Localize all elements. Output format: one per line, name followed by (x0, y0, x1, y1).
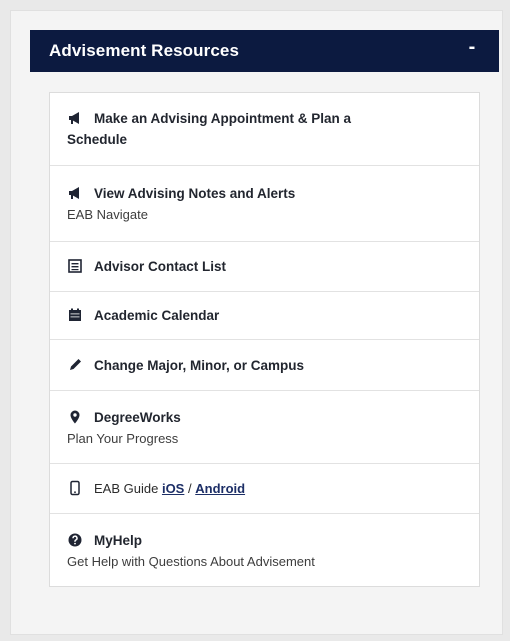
item-title[interactable]: DegreeWorks (94, 407, 181, 428)
list-item-advising-notes[interactable]: View Advising Notes and Alerts EAB Navig… (50, 166, 479, 242)
list-item-advising-appointment[interactable]: Make an Advising Appointment & Plan a Sc… (50, 93, 479, 166)
bullhorn-icon (67, 110, 83, 126)
list-item-degreeworks[interactable]: DegreeWorks Plan Your Progress (50, 391, 479, 464)
contact-list-icon (67, 258, 83, 274)
item-title[interactable]: Academic Calendar (94, 305, 219, 326)
panel-header: Advisement Resources - (30, 30, 499, 72)
android-link[interactable]: Android (195, 481, 245, 496)
collapse-button[interactable]: - (463, 37, 481, 57)
list-item-advisor-contacts[interactable]: Advisor Contact List (50, 242, 479, 292)
list-item-myhelp[interactable]: MyHelp Get Help with Questions About Adv… (50, 514, 479, 586)
resource-list: Make an Advising Appointment & Plan a Sc… (49, 92, 480, 587)
item-title[interactable]: MyHelp (94, 530, 142, 551)
eab-guide-label: EAB Guide (94, 481, 159, 496)
calendar-icon (67, 307, 83, 323)
list-item-academic-calendar[interactable]: Academic Calendar (50, 292, 479, 340)
mobile-phone-icon (67, 480, 83, 496)
panel-title: Advisement Resources (49, 41, 240, 60)
item-subtitle: Get Help with Questions About Advisement (67, 553, 315, 569)
pencil-icon (67, 357, 83, 373)
list-item-eab-guide: EAB Guide iOS / Android (50, 464, 479, 514)
ios-link[interactable]: iOS (162, 481, 184, 496)
item-subtitle: EAB Navigate (67, 207, 148, 222)
item-title[interactable]: Make an Advising Appointment & Plan a (94, 108, 351, 129)
item-title-continued[interactable]: Schedule (67, 129, 463, 150)
map-marker-icon (67, 409, 83, 425)
item-title[interactable]: Advisor Contact List (94, 256, 226, 277)
item-title[interactable]: View Advising Notes and Alerts (94, 183, 295, 204)
link-separator: / (187, 481, 192, 496)
list-item-change-major[interactable]: Change Major, Minor, or Campus (50, 340, 479, 391)
bullhorn-icon (67, 185, 83, 201)
item-subtitle: Plan Your Progress (67, 430, 179, 446)
question-circle-icon (67, 532, 83, 548)
eab-guide-text: EAB Guide iOS / Android (94, 478, 245, 499)
item-title[interactable]: Change Major, Minor, or Campus (94, 355, 304, 376)
